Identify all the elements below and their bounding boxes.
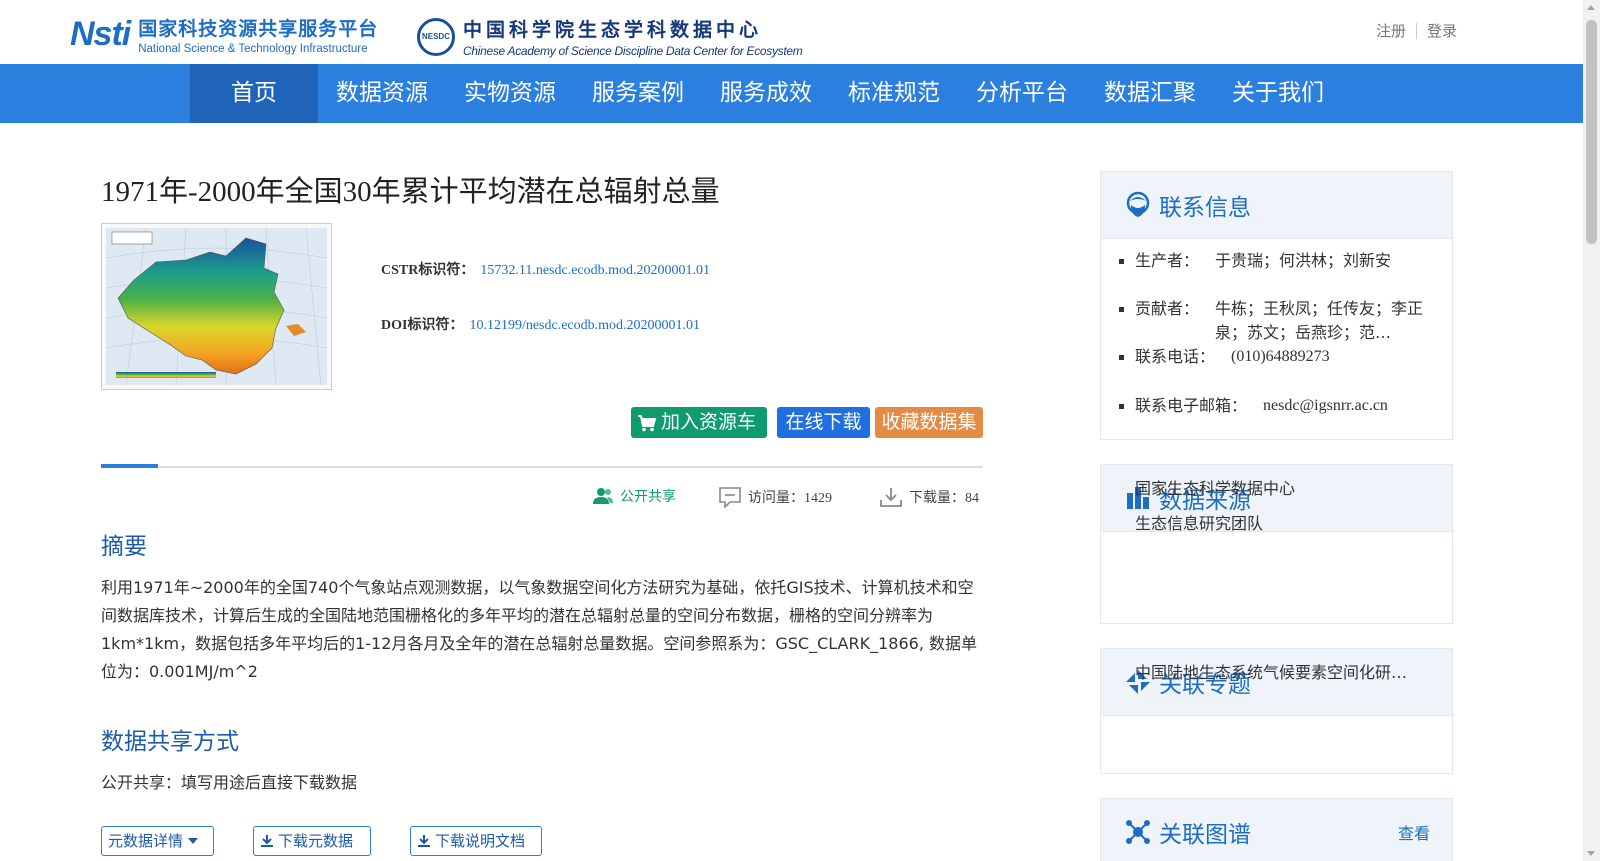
metadata-detail-label: 元数据详情 bbox=[108, 832, 184, 850]
visits-text: 访问量：1429 bbox=[748, 491, 832, 506]
cstr-label: CSTR标识符： bbox=[381, 263, 475, 278]
download-metadata-button[interactable]: 下载元数据 bbox=[253, 826, 371, 856]
related-topic-item[interactable]: 中国陆地生态系统气候要素空间化研… bbox=[1135, 659, 1407, 683]
cstr-logo-cn: 国家科技资源共享服务平台 bbox=[138, 18, 379, 40]
nesdc-logo-en: Chinese Academy of Science Discipline Da… bbox=[463, 44, 803, 58]
add-to-cart-label: 加入资源车 bbox=[661, 411, 757, 433]
nav-item-service-results[interactable]: 服务成效 bbox=[702, 64, 830, 123]
contact-card-header: 联系信息 bbox=[1101, 172, 1452, 239]
nav-item-home[interactable]: 首页 bbox=[190, 64, 318, 123]
data-source-card: 数据来源 国家生态科学数据中心 生态信息研究团队 bbox=[1100, 464, 1453, 624]
share-mode-text: 公开共享 bbox=[620, 489, 676, 505]
dataset-title: 1971年-2000年全国30年累计平均潜在总辐射总量 bbox=[101, 176, 720, 208]
cart-icon bbox=[638, 414, 657, 431]
cstr-link[interactable]: 15732.11.nesdc.ecodb.mod.20200001.01 bbox=[480, 263, 710, 278]
network-graph-icon bbox=[1126, 820, 1150, 844]
thumbnail-map-image bbox=[106, 228, 327, 385]
download-metadata-label: 下载元数据 bbox=[278, 832, 354, 850]
contributor-item: 贡献者： 牛栋；王秋凤；任传友；李正泉；苏文；岳燕珍；范… bbox=[1119, 297, 1425, 345]
cstr-identifier: CSTR标识符： 15732.11.nesdc.ecodb.mod.2020000… bbox=[381, 259, 710, 279]
nesdc-logo-cn: 中国科学院生态学科数据中心 bbox=[463, 19, 763, 41]
main-nav: 首页 数据资源 实物资源 服务案例 服务成效 标准规范 分析平台 数据汇聚 关于… bbox=[0, 64, 1583, 123]
producer-value: 于贵瑞；何洪林；刘新安 bbox=[1215, 251, 1392, 270]
auth-links: 注册 登录 bbox=[1376, 20, 1457, 41]
contact-person-icon bbox=[1126, 191, 1150, 217]
cstr-logo-mark: Nsti bbox=[70, 15, 131, 53]
metadata-detail-button[interactable]: 元数据详情 bbox=[101, 826, 214, 856]
register-link[interactable]: 注册 bbox=[1376, 20, 1406, 41]
share-text: 公开共享：填写用途后直接下载数据 bbox=[101, 773, 358, 792]
page-scrollbar[interactable] bbox=[1583, 0, 1600, 861]
downloads-text: 下载量：84 bbox=[909, 491, 979, 506]
download-icon bbox=[880, 488, 902, 507]
dataset-thumbnail[interactable] bbox=[101, 223, 332, 390]
email-value[interactable]: nesdc@igsnrr.ac.cn bbox=[1263, 394, 1388, 418]
top-header: Nsti 国家科技资源共享服务平台 National Science & Tec… bbox=[0, 0, 1583, 64]
downloads-stat: 下载量：84 bbox=[879, 486, 979, 508]
producer-label: 生产者： bbox=[1135, 251, 1200, 270]
download-doc-button[interactable]: 下载说明文档 bbox=[410, 826, 542, 856]
nav-item-service-cases[interactable]: 服务案例 bbox=[574, 64, 702, 123]
contact-card-title: 联系信息 bbox=[1159, 195, 1251, 221]
nesdc-seal-icon: NESDC bbox=[417, 17, 455, 56]
doi-identifier: DOI标识符： 10.12199/nesdc.ecodb.mod.20200001… bbox=[381, 314, 700, 334]
doi-label: DOI标识符： bbox=[381, 318, 464, 333]
email-label: 联系电子邮箱： bbox=[1135, 396, 1248, 415]
visits-stat: 访问量：1429 bbox=[718, 486, 832, 508]
related-graph-card-header: 关联图谱 查看 bbox=[1101, 799, 1452, 861]
related-graph-card: 关联图谱 查看 bbox=[1100, 798, 1453, 861]
download-doc-label: 下载说明文档 bbox=[435, 832, 526, 850]
contributor-label: 贡献者： bbox=[1135, 299, 1200, 318]
download-icon bbox=[418, 835, 430, 847]
nesdc-logo[interactable]: NESDC 中国科学院生态学科数据中心 Chinese Academy of S… bbox=[417, 15, 803, 58]
phone-item: 联系电话： (010)64889273 bbox=[1119, 345, 1330, 369]
data-source-item[interactable]: 国家生态科学数据中心 bbox=[1135, 475, 1295, 499]
users-icon bbox=[593, 488, 613, 504]
data-source-item[interactable]: 生态信息研究团队 bbox=[1135, 510, 1263, 534]
related-graph-card-title: 关联图谱 bbox=[1159, 822, 1251, 848]
favorite-dataset-button[interactable]: 收藏数据集 bbox=[875, 407, 983, 438]
scroll-up-arrow-icon[interactable] bbox=[1587, 5, 1595, 10]
auth-divider bbox=[1415, 22, 1417, 39]
producer-item: 生产者： 于贵瑞；何洪林；刘新安 bbox=[1118, 249, 1392, 273]
email-item: 联系电子邮箱： nesdc@igsnrr.ac.cn bbox=[1119, 394, 1388, 418]
nav-item-physical-resources[interactable]: 实物资源 bbox=[446, 64, 574, 123]
nav-item-data-resources[interactable]: 数据资源 bbox=[318, 64, 446, 123]
nav-item-standards[interactable]: 标准规范 bbox=[830, 64, 958, 123]
share-heading: 数据共享方式 bbox=[101, 729, 239, 755]
nav-item-about[interactable]: 关于我们 bbox=[1214, 64, 1342, 123]
caret-down-icon bbox=[188, 838, 199, 844]
scrollbar-thumb[interactable] bbox=[1586, 20, 1597, 244]
contact-card: 联系信息 生产者： 于贵瑞；何洪林；刘新安 贡献者： 牛栋；王秋凤；任传友；李正… bbox=[1100, 171, 1453, 440]
abstract-heading: 摘要 bbox=[101, 534, 147, 560]
tab-divider bbox=[101, 466, 983, 468]
download-online-button[interactable]: 在线下载 bbox=[777, 407, 870, 438]
contributor-value: 牛栋；王秋凤；任传友；李正泉；苏文；岳燕珍；范… bbox=[1215, 299, 1424, 342]
scroll-down-arrow-icon[interactable] bbox=[1587, 851, 1595, 856]
related-topic-card: 关联专题 中国陆地生态系统气候要素空间化研… bbox=[1100, 648, 1453, 774]
view-graph-link[interactable]: 查看 bbox=[1398, 820, 1430, 844]
abstract-text: 利用1971年~2000年的全国740个气象站点观测数据，以气象数据空间化方法研… bbox=[101, 578, 978, 681]
download-icon bbox=[261, 835, 273, 847]
add-to-cart-button[interactable]: 加入资源车 bbox=[631, 407, 767, 438]
phone-label: 联系电话： bbox=[1135, 347, 1216, 366]
share-mode-stat: 公开共享 bbox=[592, 486, 676, 506]
doi-link[interactable]: 10.12199/nesdc.ecodb.mod.20200001.01 bbox=[469, 318, 700, 333]
nav-item-data-aggregation[interactable]: 数据汇聚 bbox=[1086, 64, 1214, 123]
cstr-logo-en: National Science & Technology Infrastruc… bbox=[138, 43, 368, 55]
comment-icon bbox=[719, 487, 741, 508]
phone-value: (010)64889273 bbox=[1231, 348, 1330, 365]
nav-item-analysis[interactable]: 分析平台 bbox=[958, 64, 1086, 123]
login-link[interactable]: 登录 bbox=[1427, 20, 1457, 41]
tab-active-indicator bbox=[101, 464, 158, 468]
cstr-logo[interactable]: Nsti 国家科技资源共享服务平台 National Science & Tec… bbox=[70, 14, 378, 55]
